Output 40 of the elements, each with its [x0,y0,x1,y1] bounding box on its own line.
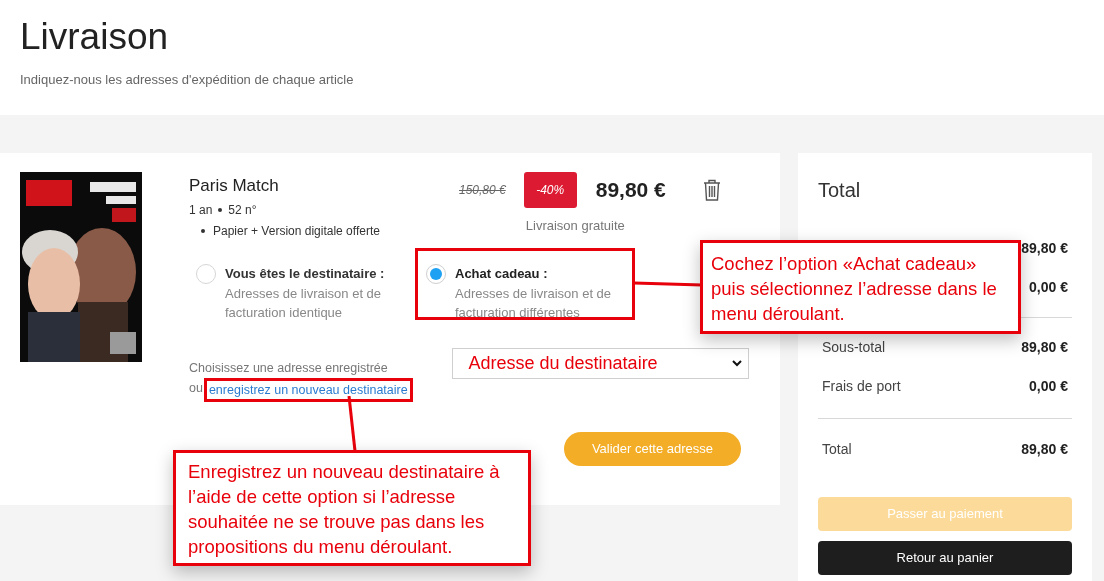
option-description: Adresses de livraison et de facturation différentes [455,285,613,322]
new-recipient-link[interactable]: enregistrez un nouveau destinataire [203,378,413,402]
summary-label: Sous-total [822,338,886,357]
summary-value: 89,80 € [1021,338,1068,357]
page-title: Livraison [20,15,170,59]
total-label: Total [822,439,852,459]
summary-value: 0,00 € [1029,278,1068,297]
total-value: 89,80 € [1021,439,1068,459]
address-select[interactable]: Adresse du destinataire [451,348,749,379]
chevron-down-icon [732,360,742,367]
recipient-option[interactable]: Vous êtes le destinataire : Adresses de livraison et de facturation identique [186,253,416,322]
summary-title: Total [818,178,862,203]
summary-value: 0,00 € [1029,377,1068,396]
leader-line [347,396,357,451]
page-subtitle: Indiquez-nous les adresses d'expédition de chaque article [20,71,355,90]
option-title: Vous êtes le destinataire : [225,264,386,283]
callout: Cochez l’option «Achat cadeau» puis sélectionnez l’adresse dans le menu déroulant. [700,240,1021,334]
summary-label: Frais de port [822,377,901,396]
old-price: 150,80 € [459,182,506,199]
bullet-icon [201,228,205,233]
radio-button[interactable] [426,263,446,284]
radio-button[interactable] [196,263,216,284]
product-name: Paris Match [189,175,280,197]
back-to-cart-button[interactable]: Retour au panier [818,541,1072,575]
term-text: 1 an [189,201,213,219]
bullet-icon [218,207,223,212]
callout: Enregistrez un nouveau destinataire à l’aide de cette option si l’adresse souhaitée ne se trouve pas dans les propositions du menu déroulant. [173,450,531,566]
price: 89,80 € [595,177,666,204]
feature-text: Papier + Version digitale offerte [213,222,380,240]
issues-text: 52 n° [228,201,257,219]
summary-value: 89,80 € [1021,239,1068,258]
option-description: Adresses de livraison et de facturation identique [225,285,383,322]
recipient-option[interactable]: Achat cadeau : Adresses de livraison et de facturation différentes [416,253,634,322]
or-text: ou [189,380,203,397]
discount-badge: -40% [523,172,577,208]
address-prompt: Choisissez une adresse enregistrée [189,360,389,377]
shipping-note: Livraison gratuite [525,217,625,235]
leader-line [634,281,702,287]
trash-icon[interactable] [702,179,721,201]
option-title: Achat cadeau : [455,264,549,283]
